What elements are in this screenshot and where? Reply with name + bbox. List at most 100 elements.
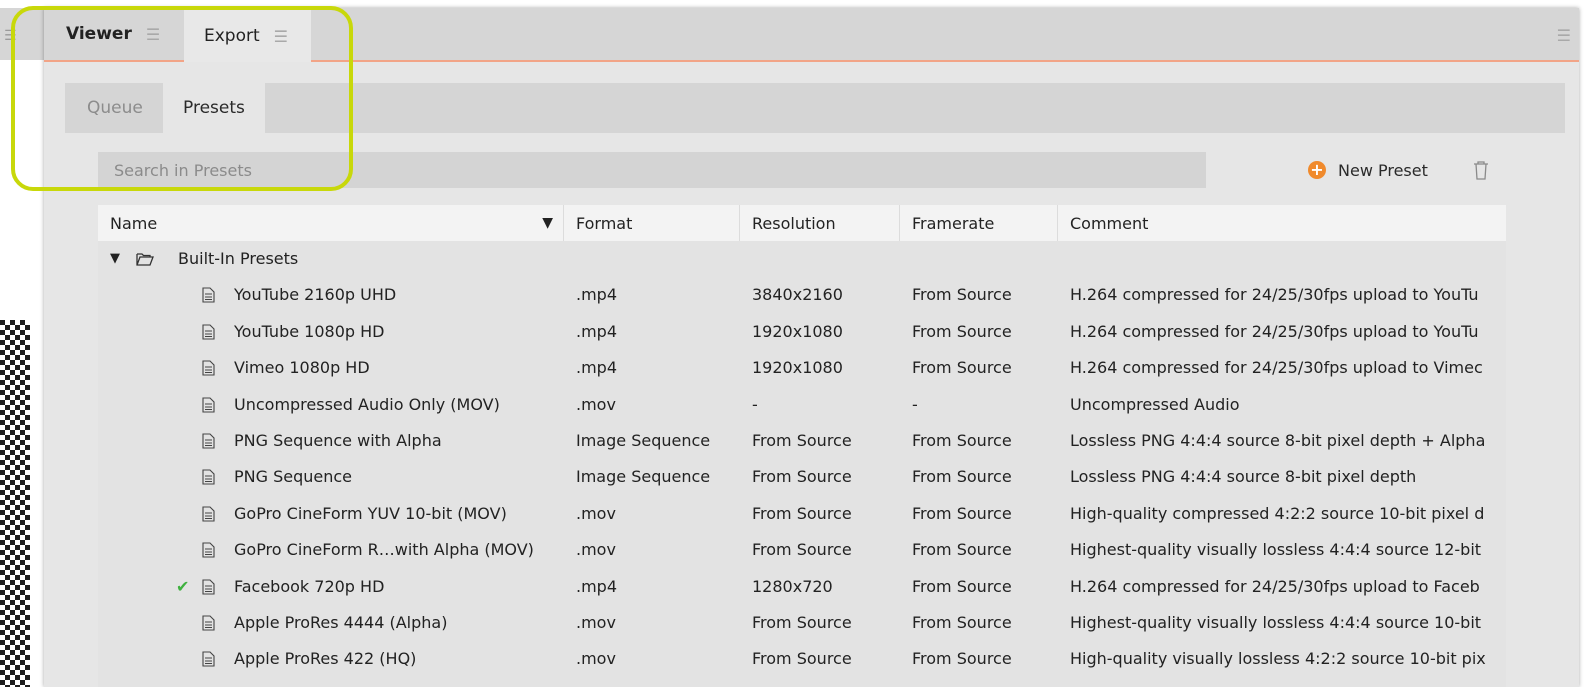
cell-comment: Highest-quality visually lossless 4:4:4 … <box>1070 540 1482 560</box>
cell-format: Image Sequence <box>576 467 711 487</box>
document-icon <box>202 651 215 667</box>
panel-menu-icon[interactable]: ☰ <box>1557 26 1571 45</box>
cell-comment: High-quality compressed 4:2:2 source 10-… <box>1070 503 1485 523</box>
column-name-label: Name <box>110 213 158 233</box>
column-resolution-label: Resolution <box>752 213 836 233</box>
cell-resolution: From Source <box>752 649 852 669</box>
tab-viewer[interactable]: Viewer ☰ <box>66 8 160 60</box>
cell-resolution: 3840x2160 <box>752 285 843 305</box>
cell-format: .mov <box>576 540 616 560</box>
subtab-bar: Queue Presets <box>65 83 1565 133</box>
subtab-presets[interactable]: Presets <box>163 83 265 133</box>
cell-name: YouTube 1080p HD <box>234 321 385 341</box>
table-row[interactable]: PNG Sequence Image Sequence From Source … <box>98 459 1506 495</box>
table-row-selected[interactable]: ✔ Facebook 720p HD .mp4 1280x720 From So… <box>98 569 1506 605</box>
cell-resolution: From Source <box>752 503 852 523</box>
tab-viewer-menu-icon[interactable]: ☰ <box>146 25 160 44</box>
document-icon <box>202 506 215 522</box>
left-panel-menu-icon[interactable]: ☰ <box>4 28 17 44</box>
cell-framerate: From Source <box>912 503 1012 523</box>
cell-name: PNG Sequence with Alpha <box>234 430 442 450</box>
export-content: Queue Presets + New Preset Name ▼ Format… <box>44 62 1579 687</box>
trash-icon[interactable] <box>1472 160 1490 180</box>
cell-format: .mp4 <box>576 358 618 378</box>
document-icon <box>202 578 215 595</box>
search-input[interactable] <box>112 159 1206 181</box>
table-row[interactable]: GoPro CineForm R…with Alpha (MOV) .mov F… <box>98 532 1506 568</box>
column-format-label: Format <box>576 213 633 233</box>
panel-tab-bar: Viewer ☰ Export ☰ ☰ <box>44 8 1579 62</box>
export-panel: Viewer ☰ Export ☰ ☰ Queue Presets + New … <box>44 8 1579 687</box>
new-preset-button[interactable]: + New Preset <box>1308 158 1428 182</box>
group-row-built-in-presets[interactable]: ▼ Built-In Presets <box>98 241 1506 277</box>
search-box[interactable] <box>98 152 1206 188</box>
document-icon <box>202 287 215 303</box>
folder-open-icon <box>136 253 154 266</box>
cell-comment: High-quality visually lossless 4:2:2 sou… <box>1070 649 1486 669</box>
document-icon <box>202 397 215 413</box>
column-header-name[interactable]: Name ▼ <box>98 205 564 241</box>
table-row[interactable]: YouTube 1080p HD .mp4 1920x1080 From Sou… <box>98 314 1506 350</box>
document-icon <box>202 324 215 340</box>
cell-framerate: From Source <box>912 649 1012 669</box>
cell-framerate: - <box>912 394 918 414</box>
cell-format: .mov <box>576 394 616 414</box>
column-header-resolution[interactable]: Resolution <box>740 205 900 241</box>
table-row[interactable]: YouTube 2160p UHD .mp4 3840x2160 From So… <box>98 277 1506 313</box>
table-row[interactable]: GoPro CineForm YUV 10-bit (MOV) .mov Fro… <box>98 496 1506 532</box>
cell-framerate: From Source <box>912 540 1012 560</box>
cell-comment: H.264 compressed for 24/25/30fps upload … <box>1070 358 1483 378</box>
checkmark-icon: ✔ <box>176 576 190 596</box>
cell-resolution: 1280x720 <box>752 576 833 596</box>
cell-resolution: - <box>752 394 758 414</box>
checkerboard-background <box>0 320 30 687</box>
cell-framerate: From Source <box>912 612 1012 632</box>
document-icon <box>202 542 215 558</box>
cell-resolution: 1920x1080 <box>752 321 843 341</box>
left-panel-header: ☰ <box>0 8 44 60</box>
table-row[interactable]: Apple ProRes 422 (HQ) .mov From Source F… <box>98 641 1506 677</box>
column-framerate-label: Framerate <box>912 213 995 233</box>
table-row[interactable]: Uncompressed Audio Only (MOV) .mov - - U… <box>98 387 1506 423</box>
cell-format: .mov <box>576 503 616 523</box>
cell-format: Image Sequence <box>576 430 711 450</box>
cell-name: GoPro CineForm YUV 10-bit (MOV) <box>234 503 507 523</box>
column-header-comment[interactable]: Comment <box>1058 205 1506 241</box>
cell-format: .mp4 <box>576 576 618 596</box>
cell-framerate: From Source <box>912 321 1012 341</box>
cell-comment: Uncompressed Audio <box>1070 394 1240 414</box>
subtab-queue[interactable]: Queue <box>87 83 143 133</box>
document-icon <box>202 433 215 449</box>
column-comment-label: Comment <box>1070 213 1149 233</box>
document-icon <box>202 360 215 376</box>
group-label: Built-In Presets <box>178 249 299 268</box>
cell-resolution: From Source <box>752 467 852 487</box>
cell-resolution: 1920x1080 <box>752 358 843 378</box>
cell-name: Apple ProRes 422 (HQ) <box>234 649 417 669</box>
cell-name: GoPro CineForm R…with Alpha (MOV) <box>234 540 534 560</box>
cell-framerate: From Source <box>912 467 1012 487</box>
cell-comment: H.264 compressed for 24/25/30fps upload … <box>1070 576 1480 596</box>
sort-descending-icon[interactable]: ▼ <box>542 215 553 231</box>
cell-name: PNG Sequence <box>234 467 353 487</box>
column-header-framerate[interactable]: Framerate <box>900 205 1058 241</box>
table-row[interactable]: Vimeo 1080p HD .mp4 1920x1080 From Sourc… <box>98 350 1506 386</box>
cell-comment: Highest-quality visually lossless 4:4:4 … <box>1070 612 1482 632</box>
tab-viewer-label: Viewer <box>66 24 132 44</box>
cell-comment: H.264 compressed for 24/25/30fps upload … <box>1070 285 1479 305</box>
document-icon <box>202 469 215 485</box>
table-row[interactable]: PNG Sequence with Alpha Image Sequence F… <box>98 423 1506 459</box>
tab-export[interactable]: Export ☰ <box>184 8 311 62</box>
cell-resolution: From Source <box>752 430 852 450</box>
presets-table: Name ▼ Format Resolution Framerate Comme… <box>98 205 1506 687</box>
table-header: Name ▼ Format Resolution Framerate Comme… <box>98 205 1506 241</box>
cell-framerate: From Source <box>912 430 1012 450</box>
tab-export-menu-icon[interactable]: ☰ <box>274 27 288 46</box>
table-row[interactable]: Apple ProRes 4444 (Alpha) .mov From Sour… <box>98 605 1506 641</box>
document-icon <box>202 615 215 631</box>
column-header-format[interactable]: Format <box>564 205 740 241</box>
expand-triangle-icon[interactable]: ▼ <box>110 241 120 277</box>
new-preset-label: New Preset <box>1338 160 1428 180</box>
cell-name: Facebook 720p HD <box>234 576 385 596</box>
cell-framerate: From Source <box>912 285 1012 305</box>
